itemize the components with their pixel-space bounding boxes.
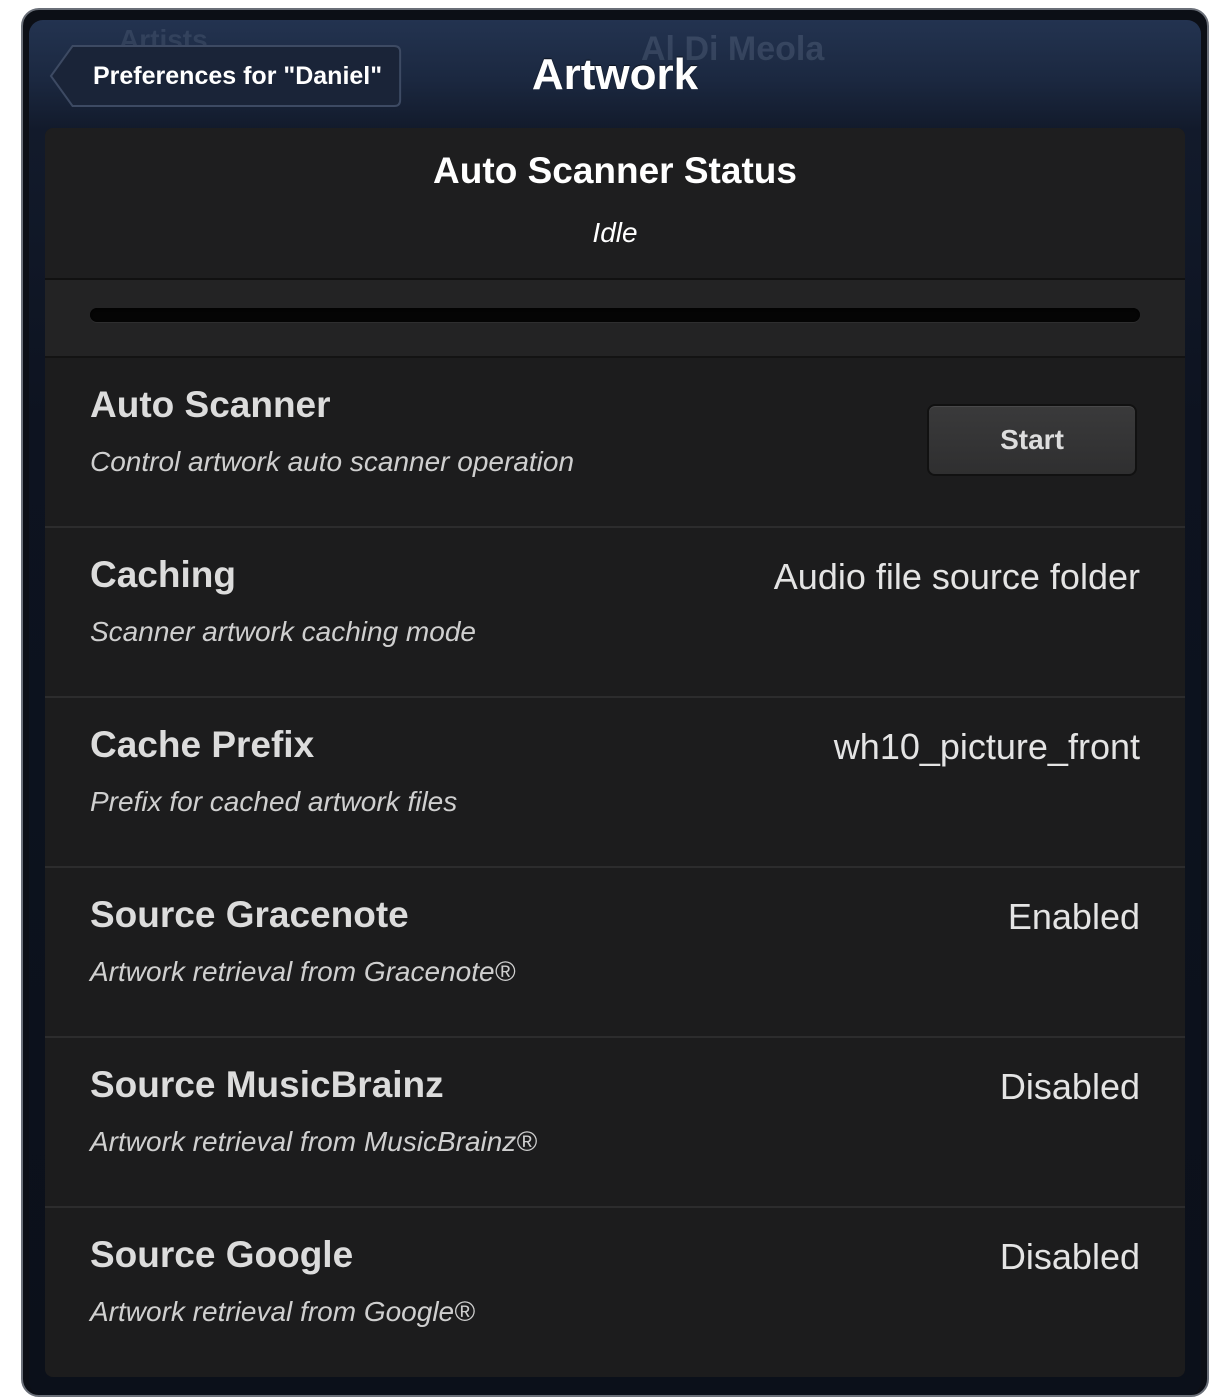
row-source-google[interactable]: Source Google Artwork retrieval from Goo… bbox=[45, 1208, 1185, 1377]
row-subtitle: Artwork retrieval from Google® bbox=[90, 1296, 475, 1327]
scanner-status-value: Idle bbox=[592, 217, 638, 248]
row-caching[interactable]: Caching Scanner artwork caching mode Aud… bbox=[45, 528, 1185, 698]
row-subtitle: Prefix for cached artwork files bbox=[90, 786, 458, 817]
row-title: Source MusicBrainz bbox=[90, 1064, 444, 1105]
page-title: Artwork bbox=[531, 50, 699, 99]
row-auto-scanner: Auto Scanner Control artwork auto scanne… bbox=[45, 358, 1185, 528]
row-source-gracenote[interactable]: Source Gracenote Artwork retrieval from … bbox=[45, 868, 1185, 1038]
row-source-musicbrainz[interactable]: Source MusicBrainz Artwork retrieval fro… bbox=[45, 1038, 1185, 1208]
caching-value: Audio file source folder bbox=[773, 556, 1140, 597]
row-cache-prefix[interactable]: Cache Prefix Prefix for cached artwork f… bbox=[45, 698, 1185, 868]
row-title: Source Gracenote bbox=[90, 894, 409, 935]
device-frame: Artists Al Di Meola Preferences for "Dan… bbox=[21, 8, 1209, 1397]
settings-table: Auto Scanner Status Idle Auto Scanner Co… bbox=[45, 128, 1185, 1377]
row-subtitle: Control artwork auto scanner operation bbox=[90, 446, 575, 477]
row-title: Source Google bbox=[90, 1234, 354, 1275]
row-title: Caching bbox=[90, 554, 236, 595]
google-value: Disabled bbox=[999, 1236, 1140, 1277]
row-subtitle: Artwork retrieval from Gracenote® bbox=[90, 956, 516, 987]
row-title: Auto Scanner bbox=[90, 384, 331, 425]
row-subtitle: Artwork retrieval from MusicBrainz® bbox=[90, 1126, 537, 1157]
start-button[interactable]: Start bbox=[927, 404, 1137, 476]
row-subtitle: Scanner artwork caching mode bbox=[90, 616, 476, 647]
scanner-progress-section bbox=[45, 280, 1185, 358]
scanner-status-title: Auto Scanner Status bbox=[433, 150, 797, 191]
scanner-status-section: Auto Scanner Status Idle bbox=[45, 128, 1185, 280]
musicbrainz-value: Disabled bbox=[999, 1066, 1140, 1107]
artwork-popover: Artists Al Di Meola Preferences for "Dan… bbox=[29, 20, 1201, 1395]
cache-prefix-value: wh10_picture_front bbox=[833, 726, 1140, 767]
gracenote-value: Enabled bbox=[1007, 896, 1140, 937]
scanner-progress-bar bbox=[90, 308, 1140, 322]
row-title: Cache Prefix bbox=[90, 724, 315, 765]
